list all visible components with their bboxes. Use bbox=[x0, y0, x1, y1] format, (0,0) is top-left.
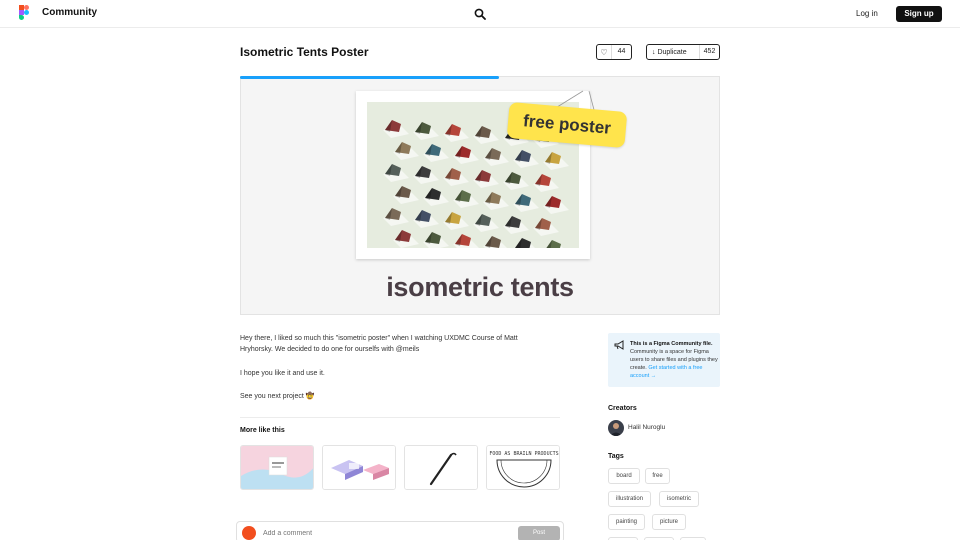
info-heading: This is a Figma Community file. bbox=[630, 341, 713, 347]
related-file-thumbnail[interactable] bbox=[240, 445, 314, 490]
tag-isometric[interactable]: isometric bbox=[659, 491, 699, 507]
creator-avatar[interactable] bbox=[608, 420, 624, 436]
tag-picture[interactable]: picture bbox=[652, 514, 686, 530]
tag-painting[interactable]: painting bbox=[608, 514, 645, 530]
community-info-box: This is a Figma Community file. Communit… bbox=[608, 333, 720, 387]
post-button[interactable]: Post bbox=[518, 526, 560, 540]
figma-logo-icon[interactable] bbox=[19, 5, 29, 21]
creators-heading: Creators bbox=[608, 405, 637, 412]
user-avatar bbox=[242, 526, 256, 540]
thumbnail-image bbox=[405, 446, 477, 489]
comment-box: Post bbox=[236, 521, 564, 540]
heart-icon: ♡ bbox=[600, 47, 608, 57]
svg-text:FOOD AS BRAILN PRODUCTS: FOOD AS BRAILN PRODUCTS bbox=[489, 451, 558, 457]
related-file-thumbnail[interactable] bbox=[322, 445, 396, 490]
duplicate-count: 452 bbox=[699, 45, 719, 59]
page-title: Isometric Tents Poster bbox=[240, 45, 369, 59]
preview-progress-bar bbox=[240, 76, 500, 79]
description-paragraph-1: Hey there, I liked so much this "isometr… bbox=[240, 335, 518, 353]
thumbnail-image bbox=[241, 446, 313, 489]
top-navigation-bar: Community Log in Sign up bbox=[0, 0, 960, 28]
person-icon bbox=[610, 423, 622, 436]
creator-name[interactable]: Halil Nuroglu bbox=[628, 424, 665, 431]
duplicate-label: ↓ Duplicate bbox=[652, 48, 687, 56]
divider bbox=[240, 417, 560, 418]
thumbnail-image: FOOD AS BRAILN PRODUCTS bbox=[487, 446, 559, 489]
community-info-text: This is a Figma Community file. Communit… bbox=[630, 340, 718, 380]
download-arrow-icon: ↓ bbox=[652, 48, 656, 56]
search-icon[interactable] bbox=[474, 8, 486, 20]
poster-title: isometric tents bbox=[386, 272, 574, 302]
login-link[interactable]: Log in bbox=[856, 9, 878, 18]
related-file-thumbnail[interactable] bbox=[404, 445, 478, 490]
brand-label[interactable]: Community bbox=[42, 7, 97, 18]
signup-button[interactable]: Sign up bbox=[896, 6, 942, 22]
thumbnail-image bbox=[323, 446, 395, 489]
tags-heading: Tags bbox=[608, 453, 624, 460]
comment-input[interactable] bbox=[263, 527, 503, 539]
tag-free[interactable]: free bbox=[645, 468, 670, 484]
like-count: 44 bbox=[611, 45, 631, 59]
duplicate-button[interactable]: ↓ Duplicate 452 bbox=[646, 44, 720, 60]
more-like-this-heading: More like this bbox=[240, 427, 285, 434]
tag-illustration[interactable]: illustration bbox=[608, 491, 651, 507]
related-file-thumbnail[interactable]: FOOD AS BRAILN PRODUCTS bbox=[486, 445, 560, 490]
description-paragraph-2: I hope you like it and use it. bbox=[240, 370, 325, 377]
file-preview[interactable]: free poster isometric tents bbox=[240, 76, 720, 315]
description-paragraph-3: See you next project 🤠 bbox=[240, 393, 315, 400]
tag-board[interactable]: board bbox=[608, 468, 640, 484]
like-button[interactable]: ♡ 44 bbox=[596, 44, 632, 60]
megaphone-icon bbox=[614, 340, 624, 350]
